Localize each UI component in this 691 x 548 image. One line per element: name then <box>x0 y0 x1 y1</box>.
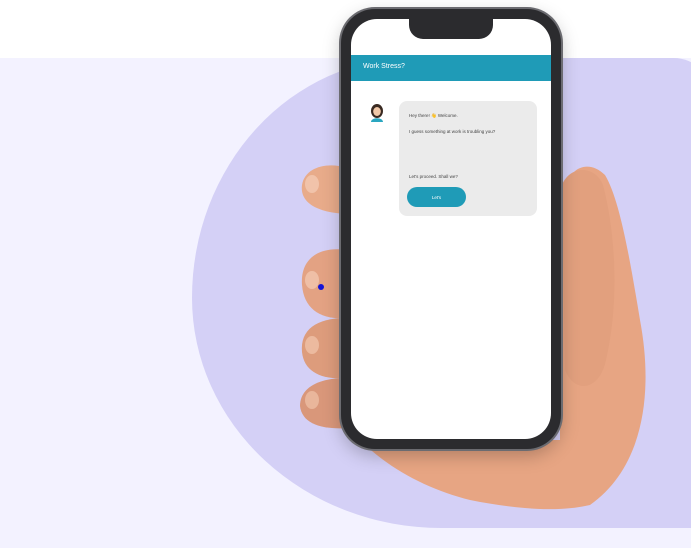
chat-bubble: Hey there! 👋 Welcome. I guess something … <box>399 101 537 216</box>
prompt-text: Let's proceed. Shall we? <box>409 174 458 179</box>
app-header: Work Stress? <box>351 55 551 81</box>
greeting-text: Hey there! 👋 Welcome. <box>409 113 458 118</box>
message-text: I guess something at work is troubling y… <box>409 129 496 134</box>
woman-avatar-icon <box>371 104 383 122</box>
phone-device: Work Stress? Hey there! 👋 Welcome. I gue… <box>341 9 561 449</box>
lets-go-button[interactable]: Let's <box>407 187 466 207</box>
phone-notch <box>409 19 493 39</box>
phone-screen: Work Stress? Hey there! 👋 Welcome. I gue… <box>351 19 551 439</box>
cursor-marker <box>318 284 324 290</box>
app-title: Work Stress? <box>363 63 405 70</box>
